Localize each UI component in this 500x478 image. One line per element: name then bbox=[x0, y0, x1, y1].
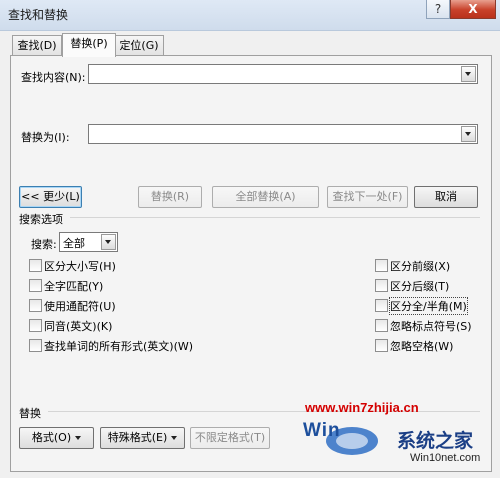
option-label: 全字匹配(Y) bbox=[44, 280, 104, 293]
format-button[interactable]: 格式(O) bbox=[19, 427, 94, 449]
replace-button[interactable]: 替换(R) bbox=[138, 186, 202, 208]
no-formatting-button[interactable]: 不限定格式(T) bbox=[190, 427, 270, 449]
chevron-down-icon bbox=[171, 436, 178, 440]
checkbox-match-case[interactable] bbox=[29, 259, 42, 272]
option-label: 忽略标点符号(S) bbox=[390, 320, 472, 333]
special-format-button[interactable]: 特殊格式(E) bbox=[100, 427, 185, 449]
checkbox-match-suffix[interactable] bbox=[375, 279, 388, 292]
tab-goto[interactable]: 定位(G) bbox=[114, 35, 164, 56]
watermark-site: Win10net.com bbox=[410, 452, 481, 464]
less-button[interactable]: << 更少(L) bbox=[19, 186, 82, 208]
option-label: 区分大小写(H) bbox=[44, 260, 116, 273]
checkbox-width[interactable] bbox=[375, 299, 388, 312]
help-button[interactable]: ? bbox=[426, 0, 450, 19]
window-title: 查找和替换 bbox=[8, 8, 69, 22]
option-label: 使用通配符(U) bbox=[44, 300, 116, 313]
checkbox-match-prefix[interactable] bbox=[375, 259, 388, 272]
replace-section-title: 替换 bbox=[19, 407, 41, 420]
chevron-down-icon[interactable] bbox=[101, 234, 116, 250]
find-next-button[interactable]: 查找下一处(F) bbox=[327, 186, 408, 208]
watermark-brand: 系统之家 bbox=[397, 431, 474, 452]
divider bbox=[70, 217, 480, 218]
checkbox-all-word-forms[interactable] bbox=[29, 339, 42, 352]
cancel-button[interactable]: 取消 bbox=[414, 186, 478, 208]
title-bar bbox=[0, 0, 500, 31]
search-options-title: 搜索选项 bbox=[19, 213, 63, 226]
chevron-down-icon[interactable] bbox=[461, 126, 476, 142]
checkbox-sounds-like[interactable] bbox=[29, 319, 42, 332]
replace-label: 替换为(I): bbox=[21, 131, 70, 144]
checkbox-wildcards[interactable] bbox=[29, 299, 42, 312]
chevron-down-icon bbox=[75, 436, 82, 440]
format-button-label: 格式(O) bbox=[31, 431, 72, 444]
find-label: 查找内容(N): bbox=[21, 71, 86, 84]
find-input[interactable] bbox=[88, 64, 478, 84]
watermark-logo-text: Win bbox=[303, 420, 341, 441]
checkbox-whole-word[interactable] bbox=[29, 279, 42, 292]
checkbox-ignore-punctuation[interactable] bbox=[375, 319, 388, 332]
replace-all-button[interactable]: 全部替换(A) bbox=[212, 186, 319, 208]
option-label: 忽略空格(W) bbox=[390, 340, 454, 353]
replace-input[interactable] bbox=[88, 124, 478, 144]
option-label: 区分前缀(X) bbox=[390, 260, 451, 273]
chevron-down-icon[interactable] bbox=[461, 66, 476, 82]
search-label: 搜索: bbox=[31, 238, 57, 251]
watermark-url: www.win7zhijia.cn bbox=[305, 400, 419, 415]
option-label: 区分后缀(T) bbox=[390, 280, 450, 293]
tab-find[interactable]: 查找(D) bbox=[12, 35, 62, 56]
search-direction-value: 全部 bbox=[63, 237, 85, 250]
checkbox-ignore-space[interactable] bbox=[375, 339, 388, 352]
special-format-button-label: 特殊格式(E) bbox=[107, 431, 168, 444]
option-label: 区分全/半角(M) bbox=[389, 297, 468, 315]
search-direction-select[interactable]: 全部 bbox=[59, 232, 118, 252]
option-label: 同音(英文)(K) bbox=[44, 320, 113, 333]
option-label: 查找单词的所有形式(英文)(W) bbox=[44, 340, 194, 353]
tab-replace[interactable]: 替换(P) bbox=[62, 33, 116, 57]
close-button[interactable]: X bbox=[450, 0, 496, 19]
